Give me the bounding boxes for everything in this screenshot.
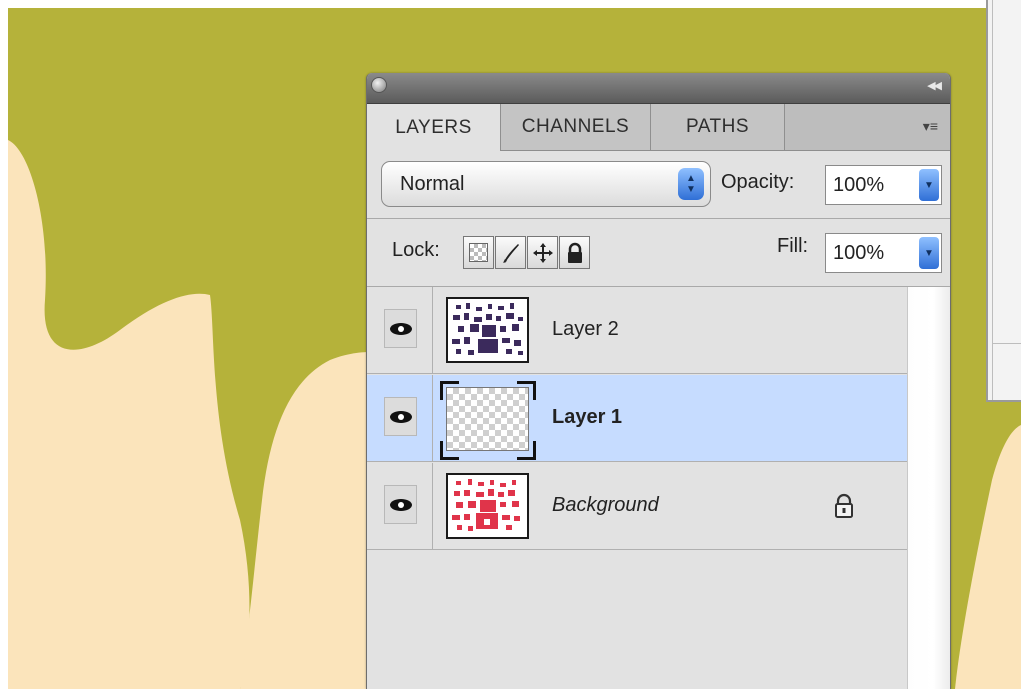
close-icon[interactable] [371,77,387,93]
layer-name[interactable]: Background [552,494,659,517]
lock-image-pixels-icon [502,243,519,263]
document-window-edge [986,0,1021,402]
panel-tabs: LAYERS CHANNELS PATHS ▾≡ [367,104,950,151]
divider [992,343,1021,344]
visibility-toggle[interactable] [384,485,417,524]
layer-row-layer-1[interactable]: Layer 1 [367,375,907,462]
visibility-cell [367,463,433,549]
opacity-input[interactable]: 100% ▼ [825,165,942,205]
visibility-cell [367,375,433,461]
dropdown-arrow-icon[interactable]: ▼ [919,169,939,201]
lock-label: Lock: [392,239,440,261]
layer-list: Layer 2 Layer 1 Background [367,287,907,689]
layer-thumbnail[interactable] [446,473,529,539]
updown-arrows-icon: ▲ ▼ [678,168,704,200]
lock-image-pixels-button[interactable] [495,236,526,269]
tab-layers[interactable]: LAYERS [367,104,501,151]
dropdown-arrow-icon[interactable]: ▼ [919,237,939,269]
lock-all-button[interactable] [559,236,590,269]
lock-position-icon [532,242,553,263]
eye-icon [389,410,412,423]
fill-input[interactable]: 100% ▼ [825,233,942,273]
selection-corner [517,441,536,460]
lock-all-icon [567,242,582,263]
selection-corner [440,441,459,460]
fill-value: 100% [833,241,885,264]
lock-transparent-pixels-icon [469,243,488,262]
fill-label: Fill: [777,235,809,257]
blend-mode-value: Normal [400,172,465,195]
lock-transparent-pixels-button[interactable] [463,236,494,269]
tab-channels[interactable]: CHANNELS [501,104,651,150]
visibility-cell [367,287,433,373]
panel-title-bar[interactable]: ◀◀ [367,73,950,104]
layer-name[interactable]: Layer 2 [552,318,619,341]
eye-icon [389,498,412,511]
lock-position-button[interactable] [527,236,558,269]
layers-panel: ◀◀ LAYERS CHANNELS PATHS ▾≡ Normal ▲ ▼ Op… [366,73,951,689]
visibility-toggle[interactable] [384,309,417,348]
layer-thumbnail[interactable] [446,297,529,363]
layer-row-background[interactable]: Background [367,463,907,550]
layer-row-layer-2[interactable]: Layer 2 [367,287,907,374]
layers-scrollbar[interactable] [907,287,950,689]
blend-mode-select[interactable]: Normal ▲ ▼ [381,161,711,207]
layer-name[interactable]: Layer 1 [552,406,622,429]
selection-corner [440,381,459,400]
red-pattern-thumbnail [448,475,527,537]
divider [992,0,993,400]
eye-icon [389,322,412,335]
opacity-value: 100% [833,173,885,196]
visibility-toggle[interactable] [384,397,417,436]
double-arrow-icon[interactable]: ◀◀ [927,79,942,92]
tab-paths[interactable]: PATHS [651,104,785,150]
selection-corner [517,381,536,400]
panel-menu-icon[interactable]: ▾≡ [923,118,938,135]
divider [367,218,950,219]
lock-icon [835,493,853,518]
opacity-label: Opacity: [721,171,795,193]
dark-purple-pattern-thumbnail [448,299,527,361]
